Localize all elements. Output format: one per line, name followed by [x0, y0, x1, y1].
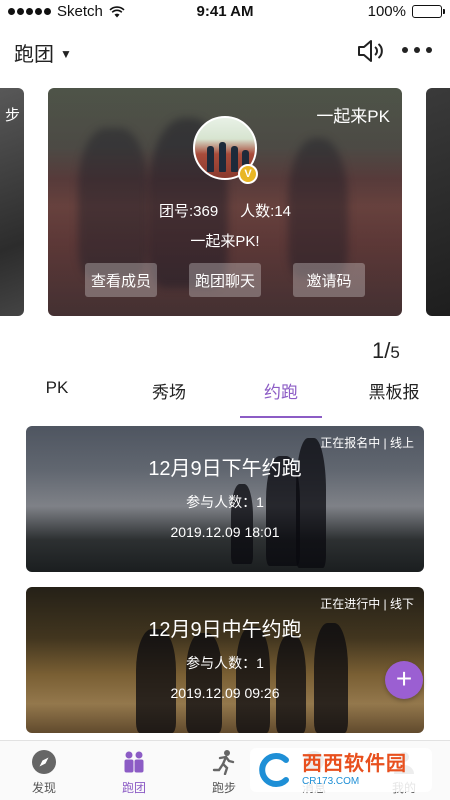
battery-group: 100% [367, 3, 445, 20]
more-icon[interactable] [402, 47, 432, 53]
pager-total: 5 [390, 343, 400, 362]
chevron-down-icon: ▼ [60, 47, 72, 61]
battery-icon [412, 5, 445, 18]
tab-group-run[interactable]: 约跑 [259, 378, 303, 403]
nav-discover[interactable]: 发现 [12, 749, 76, 796]
group-selector[interactable]: 跑团 ▼ [14, 38, 72, 67]
prev-card-label: 步 [4, 107, 20, 124]
invite-code-button[interactable]: 邀请码 [293, 263, 365, 297]
compass-icon [32, 750, 56, 774]
group-stats: 团号:369 人数:14 [48, 200, 402, 221]
group-slogan: 一起来PK! [190, 233, 260, 250]
group-tag: 一起来PK [316, 107, 390, 126]
running-group-card[interactable]: 一起来PK V 团号:369 人数:14 一起来PK! 查看成员 跑团聊天 邀请… [48, 88, 402, 316]
nav-group[interactable]: 跑团 [102, 749, 166, 796]
event-card[interactable]: 正在进行中 | 线下 12月9日中午约跑 参与人数：1 2019.12.09 0… [26, 587, 424, 733]
event-title: 12月9日中午约跑 [148, 619, 302, 641]
nav-run[interactable]: 跑步 [192, 749, 256, 796]
watermark-text: 西西软件园 [302, 752, 407, 775]
page-title: 跑团 [14, 44, 54, 66]
event-status: 正在报名中 | 线上 [320, 436, 414, 450]
view-members-button[interactable]: 查看成员 [85, 263, 157, 297]
tab-bulletin[interactable]: 黑板报 [366, 378, 422, 403]
member-count: 人数:14 [240, 203, 292, 220]
tab-showcase[interactable]: 秀场 [147, 378, 191, 403]
runner-icon [212, 750, 235, 775]
group-people-icon [124, 751, 144, 773]
status-bar: Sketch 9:41 AM 100% [0, 0, 450, 24]
active-tab-indicator [240, 416, 322, 418]
event-status: 正在进行中 | 线下 [320, 597, 414, 611]
carousel-card-next[interactable] [426, 88, 450, 316]
card-actions: 查看成员 跑团聊天 邀请码 [48, 263, 402, 297]
verified-badge-icon: V [238, 164, 258, 184]
nav-group-label: 跑团 [121, 781, 146, 795]
add-event-button[interactable]: + [385, 661, 423, 699]
group-number: 团号:369 [158, 203, 219, 220]
app-screen: Sketch 9:41 AM 100% 跑团 ▼ 步 一起来PK V 团号:36… [0, 0, 450, 800]
group-chat-button[interactable]: 跑团聊天 [189, 263, 261, 297]
event-card[interactable]: 正在报名中 | 线上 12月9日下午约跑 参与人数：1 2019.12.09 1… [26, 426, 424, 572]
carousel-card-prev[interactable]: 步 [0, 88, 24, 316]
nav-discover-label: 发现 [31, 781, 56, 795]
speaker-icon[interactable] [356, 38, 386, 64]
top-header: 跑团 ▼ [0, 30, 450, 74]
watermark-subtext: CR173.COM [302, 775, 360, 787]
watermark-logo: 西西软件园 CR173.COM [250, 748, 432, 792]
carousel-pager: 1/5 [372, 338, 400, 364]
tab-pk[interactable]: PK [44, 378, 70, 398]
event-title: 12月9日下午约跑 [148, 458, 302, 480]
event-participants: 参与人数：1 [186, 494, 264, 510]
event-time: 2019.12.09 18:01 [170, 524, 280, 540]
pager-current: 1 [372, 338, 385, 363]
nav-run-label: 跑步 [211, 781, 236, 795]
event-participants: 参与人数：1 [186, 655, 264, 671]
event-time: 2019.12.09 09:26 [170, 685, 280, 701]
watermark-c-icon [259, 753, 289, 787]
content-tabs: PK 秀场 约跑 黑板报 [0, 372, 450, 420]
battery-percent: 100% [367, 3, 406, 20]
